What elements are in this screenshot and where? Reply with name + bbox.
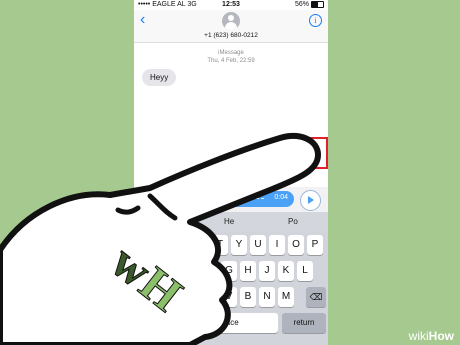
waveform [186,198,264,199]
key-y[interactable]: Y [231,235,247,255]
key-j[interactable]: J [259,261,275,281]
key-k[interactable]: K [278,261,294,281]
key-n[interactable]: N [259,287,275,307]
thread-meta: iMessage Thu, 4 Feb, 22:59 [134,49,328,65]
key-w[interactable]: W [155,235,171,255]
key-q[interactable]: Q [136,235,152,255]
key-l[interactable]: L [297,261,313,281]
battery-percent: 56% [294,1,309,8]
key-d[interactable]: D [183,261,199,281]
contact-name[interactable]: +1 (623) 680-0212 [134,32,328,39]
info-icon[interactable]: i [309,14,322,27]
key-x[interactable]: X [183,287,199,307]
key-c[interactable]: C [202,287,218,307]
key-i[interactable]: I [269,235,285,255]
suggestion-1[interactable]: He [224,217,234,226]
status-bar: ••••• EAGLE AL 3G 12:53 56% [134,0,328,10]
key-u[interactable]: U [250,235,266,255]
send-arrow-icon: ↑ [303,144,321,162]
shift-key[interactable]: ⇧ [136,287,156,307]
key-g[interactable]: G [221,261,237,281]
battery-icon [311,1,324,8]
delete-key[interactable]: ⌫ [306,287,326,307]
date-label: Thu, 4 Feb, 22:59 [207,58,255,64]
watermark-wiki: wiki [408,329,429,343]
play-icon [308,196,314,204]
return-key[interactable]: return [282,313,326,333]
conversation-header: ‹ +1 (623) 680-0212 i [134,10,328,43]
key-f[interactable]: F [202,261,218,281]
key-r[interactable]: R [193,235,209,255]
voice-message-bar: 0:04 [134,187,328,212]
back-chevron-icon[interactable]: ‹ [140,12,145,28]
key-p[interactable]: P [307,235,323,255]
play-button[interactable] [300,190,321,211]
keyboard: QWERTYUIOP ASDFGHJKL ⇧ ZXCVBNM ⌫ ⎋ space… [134,232,328,345]
key-e[interactable]: E [174,235,190,255]
service-label: iMessage [218,50,244,56]
keyboard-row-4: ⎋ space return [136,313,326,333]
predictive-bar: He Po [134,212,328,232]
keyboard-row-1: QWERTYUIOP [136,235,326,255]
avatar[interactable] [222,12,240,30]
send-button[interactable]: ↑ [296,137,328,169]
key-s[interactable]: S [164,261,180,281]
voice-duration: 0:04 [274,194,288,201]
keyboard-row-3: ⇧ ZXCVBNM ⌫ [136,287,326,307]
key-h[interactable]: H [240,261,256,281]
battery-indicator: 56% [295,1,324,8]
key-v[interactable]: V [221,287,237,307]
space-key[interactable]: space [178,313,278,333]
wikihow-watermark: wikiHow [409,329,454,343]
key-o[interactable]: O [288,235,304,255]
message-bubble: Heyy [142,69,177,86]
numbers-key[interactable] [136,313,158,333]
voice-recording: 0:04 [156,191,294,207]
key-m[interactable]: M [278,287,294,307]
watermark-how: How [428,329,454,343]
suggestion-2[interactable]: Po [288,217,298,226]
key-t[interactable]: T [212,235,228,255]
microphone-icon[interactable]: ⎋ [160,313,176,333]
key-b[interactable]: B [240,287,256,307]
phone-screen: ••••• EAGLE AL 3G 12:53 56% ‹ +1 (623) 6… [134,0,328,345]
keyboard-row-2: ASDFGHJKL [136,261,326,281]
key-z[interactable]: Z [164,287,180,307]
key-a[interactable]: A [145,261,161,281]
